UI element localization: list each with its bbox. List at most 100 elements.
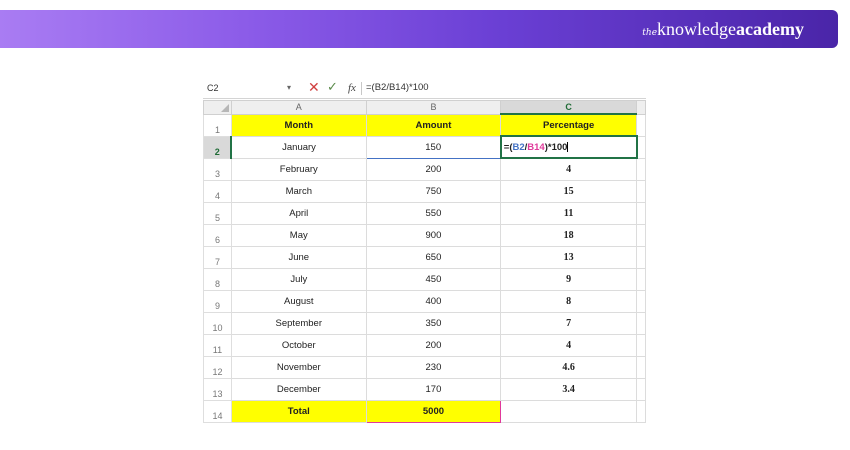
amount-cell[interactable]: 200 [365, 157, 502, 181]
percentage-cell[interactable]: 7 [500, 311, 637, 335]
percentage-cell[interactable]: 18 [500, 223, 637, 247]
select-all-icon [220, 103, 229, 112]
formula-bar: C2 ▾ ✕ ✓ fx =(B2/B14)*100 [203, 79, 646, 99]
row-header[interactable]: 5 [203, 201, 232, 225]
percentage-cell[interactable]: 4.6 [500, 355, 637, 379]
month-cell[interactable]: August [230, 289, 367, 313]
column-header-d[interactable] [636, 100, 646, 115]
amount-cell[interactable]: 150 [365, 135, 502, 159]
amount-cell[interactable]: 750 [365, 179, 502, 203]
empty-cell[interactable] [636, 157, 646, 181]
empty-cell[interactable] [636, 223, 646, 247]
month-cell[interactable]: April [230, 201, 367, 225]
formula-input[interactable]: =(B2/B14)*100 [366, 79, 429, 97]
month-cell[interactable]: December [230, 377, 367, 401]
percentage-cell[interactable]: 11 [500, 201, 637, 225]
total-percentage-cell[interactable] [500, 399, 637, 423]
percentage-cell[interactable]: 8 [500, 289, 637, 313]
row-header[interactable]: 11 [203, 333, 232, 357]
amount-cell[interactable]: 450 [365, 267, 502, 291]
row-header[interactable]: 6 [203, 223, 232, 247]
table-row: 14 Total 5000 [203, 399, 646, 423]
row-header[interactable]: 4 [203, 179, 232, 203]
text-cursor [567, 141, 569, 152]
month-cell[interactable]: January [230, 135, 367, 159]
column-header-b[interactable]: B [365, 100, 502, 115]
chevron-down-icon[interactable]: ▾ [287, 79, 291, 97]
spreadsheet: C2 ▾ ✕ ✓ fx =(B2/B14)*100 A B C 1 Month … [203, 79, 646, 423]
empty-cell[interactable] [636, 135, 646, 159]
insert-function-icon[interactable]: fx [348, 79, 356, 97]
header-cell-percentage[interactable]: Percentage [500, 113, 637, 137]
amount-cell[interactable]: 400 [365, 289, 502, 313]
amount-cell[interactable]: 550 [365, 201, 502, 225]
total-label-cell[interactable]: Total [230, 399, 367, 423]
amount-cell[interactable]: 350 [365, 311, 502, 335]
percentage-cell[interactable]: 4 [500, 157, 637, 181]
empty-cell[interactable] [636, 399, 646, 423]
header-banner: theknowledgeacademy [0, 10, 838, 48]
month-cell[interactable]: February [230, 157, 367, 181]
month-cell[interactable]: September [230, 311, 367, 335]
table-row: 3 February 200 4 [203, 157, 646, 181]
percentage-cell[interactable]: 13 [500, 245, 637, 269]
amount-cell[interactable]: 200 [365, 333, 502, 357]
empty-cell[interactable] [636, 201, 646, 225]
row-header[interactable]: 9 [203, 289, 232, 313]
formula-ref-b2: B2 [512, 141, 525, 153]
empty-cell[interactable] [636, 333, 646, 357]
header-cell-amount[interactable]: Amount [365, 113, 502, 137]
select-all-corner[interactable] [203, 100, 232, 115]
row-header[interactable]: 3 [203, 157, 232, 181]
table-row: 1 Month Amount Percentage [203, 113, 646, 137]
percentage-cell[interactable]: 15 [500, 179, 637, 203]
amount-cell[interactable]: 900 [365, 223, 502, 247]
month-cell[interactable]: May [230, 223, 367, 247]
cancel-icon[interactable]: ✕ [308, 78, 320, 96]
amount-cell[interactable]: 170 [365, 377, 502, 401]
row-header[interactable]: 14 [203, 399, 232, 423]
percentage-cell[interactable]: 4 [500, 333, 637, 357]
percentage-cell[interactable]: 9 [500, 267, 637, 291]
column-header-c[interactable]: C [500, 100, 637, 115]
row-header[interactable]: 8 [203, 267, 232, 291]
column-header-a[interactable]: A [230, 100, 367, 115]
row-header[interactable]: 13 [203, 377, 232, 401]
table-row: 7 June 650 13 [203, 245, 646, 269]
column-header-row: A B C [203, 100, 646, 115]
empty-cell[interactable] [636, 267, 646, 291]
active-formula-cell[interactable]: =(B2/B14)*100 [499, 135, 638, 159]
row-header[interactable]: 2 [203, 135, 233, 159]
month-cell[interactable]: July [230, 267, 367, 291]
empty-cell[interactable] [636, 289, 646, 313]
month-cell[interactable]: March [230, 179, 367, 203]
name-box[interactable]: C2 [207, 79, 297, 97]
empty-cell[interactable] [636, 311, 646, 335]
month-cell[interactable]: November [230, 355, 367, 379]
empty-cell[interactable] [636, 245, 646, 269]
row-header[interactable]: 12 [203, 355, 232, 379]
table-row: 9 August 400 8 [203, 289, 646, 313]
table-row: 10 September 350 7 [203, 311, 646, 335]
row-header[interactable]: 1 [203, 113, 232, 137]
empty-cell[interactable] [636, 355, 646, 379]
table-row: 2 January 150 =(B2/B14)*100 [203, 135, 646, 159]
month-cell[interactable]: October [230, 333, 367, 357]
formula-bar-divider [361, 82, 362, 95]
month-cell[interactable]: June [230, 245, 367, 269]
table-row: 12 November 230 4.6 [203, 355, 646, 379]
empty-cell[interactable] [636, 377, 646, 401]
check-icon[interactable]: ✓ [327, 78, 338, 96]
percentage-cell[interactable]: 3.4 [500, 377, 637, 401]
total-amount-cell[interactable]: 5000 [365, 399, 502, 423]
row-header[interactable]: 7 [203, 245, 232, 269]
header-cell-month[interactable]: Month [230, 113, 367, 137]
table-row: 13 December 170 3.4 [203, 377, 646, 401]
table-row: 8 July 450 9 [203, 267, 646, 291]
empty-cell[interactable] [636, 113, 646, 137]
formula-part: )*100 [544, 141, 568, 153]
row-header[interactable]: 10 [203, 311, 232, 335]
amount-cell[interactable]: 230 [365, 355, 502, 379]
amount-cell[interactable]: 650 [365, 245, 502, 269]
empty-cell[interactable] [636, 179, 646, 203]
